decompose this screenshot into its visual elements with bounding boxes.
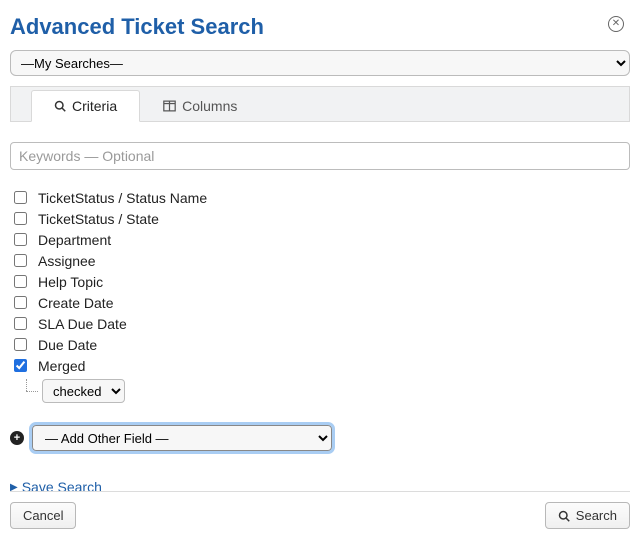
add-icon[interactable]: + [10,431,24,445]
criteria-checkbox[interactable] [14,212,27,225]
criteria-field-row: Create Date [10,293,630,312]
criteria-checkbox[interactable] [14,191,27,204]
criteria-checkbox[interactable] [14,275,27,288]
criteria-field-row: Assignee [10,251,630,270]
search-button[interactable]: Search [545,502,630,529]
criteria-field-row: TicketStatus / State [10,209,630,228]
search-icon [54,100,66,112]
keywords-input[interactable] [10,142,630,170]
criteria-field-label: Due Date [38,337,97,353]
my-searches-dropdown[interactable]: —My Searches— [10,50,630,76]
criteria-field-label: Merged [38,358,85,374]
criteria-checkbox[interactable] [14,338,27,351]
criteria-checkbox[interactable] [14,296,27,309]
criteria-field-row: Help Topic [10,272,630,291]
search-icon [558,510,570,522]
criteria-field-row: Due Date [10,335,630,354]
criteria-field-label: TicketStatus / Status Name [38,190,207,206]
add-other-field-dropdown[interactable]: — Add Other Field — [32,425,332,451]
criteria-checkbox[interactable] [14,317,27,330]
cancel-button[interactable]: Cancel [10,502,76,529]
columns-icon [163,100,176,112]
criteria-checkbox[interactable] [14,359,27,372]
criteria-field-label: Department [38,232,111,248]
tab-columns[interactable]: Columns [140,90,260,122]
criteria-fields: TicketStatus / Status Name TicketStatus /… [10,188,630,403]
criteria-checkbox[interactable] [14,233,27,246]
merged-subrow: checked [20,379,630,403]
merged-condition-dropdown[interactable]: checked [42,379,125,403]
criteria-field-row: Merged [10,356,630,375]
tab-columns-label: Columns [182,98,237,114]
tab-criteria-label: Criteria [72,98,117,114]
page-title: Advanced Ticket Search [10,14,264,40]
criteria-field-label: Assignee [38,253,96,269]
tab-bar: Criteria Columns [10,86,630,122]
search-button-label: Search [576,508,617,523]
criteria-field-label: Create Date [38,295,113,311]
close-icon[interactable]: ✕ [608,16,624,32]
criteria-field-label: Help Topic [38,274,103,290]
criteria-field-row: TicketStatus / Status Name [10,188,630,207]
criteria-field-row: SLA Due Date [10,314,630,333]
cancel-button-label: Cancel [23,508,63,523]
tab-criteria[interactable]: Criteria [31,90,140,122]
criteria-field-row: Department [10,230,630,249]
criteria-checkbox[interactable] [14,254,27,267]
criteria-field-label: SLA Due Date [38,316,127,332]
tree-connector-icon [20,381,42,401]
criteria-field-label: TicketStatus / State [38,211,159,227]
